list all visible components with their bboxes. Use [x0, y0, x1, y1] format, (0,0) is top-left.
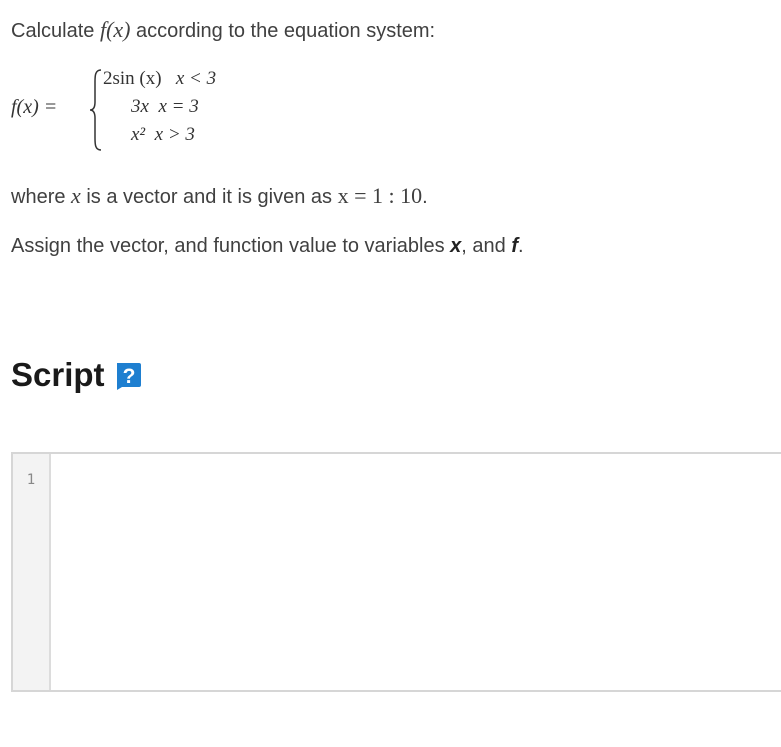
script-heading-label: Script: [11, 356, 105, 393]
assign-note-before: Assign the vector, and function value to…: [11, 235, 451, 257]
equation-case-1: 2sin (x) x < 3: [103, 68, 217, 89]
vector-note-middle: is a vector and it is given as: [80, 186, 338, 208]
equation-lhs: f(x) =: [11, 96, 58, 118]
assign-note-after: .: [518, 235, 524, 257]
vector-note-expr: x = 1 : 10: [337, 183, 423, 208]
vector-note-before: where: [11, 186, 72, 208]
script-heading: Script ?: [11, 356, 143, 394]
code-editor[interactable]: 1: [11, 452, 781, 692]
code-input-area[interactable]: [51, 454, 781, 690]
equation-case-3: x² x > 3: [131, 124, 195, 145]
curly-brace-icon: [89, 69, 102, 151]
equation-case-2: 3x x = 3: [131, 96, 199, 117]
vector-note: where x is a vector and it is given as x…: [11, 184, 428, 209]
piecewise-equation: f(x) = 2sin (x) x < 3 3x x = 3 x² x > 3: [11, 66, 271, 156]
assign-note-between: , and: [461, 235, 512, 257]
intro-text-before: Calculate: [11, 20, 100, 42]
line-number-gutter: 1: [13, 454, 51, 690]
line-number: 1: [26, 472, 36, 488]
vector-note-after: .: [422, 186, 428, 208]
assign-note-var-x: x: [450, 235, 462, 257]
intro-function-arg: (x): [106, 17, 131, 42]
svg-text:?: ?: [122, 365, 135, 388]
vector-note-var: x: [71, 183, 81, 208]
assign-note-var-f: f: [511, 235, 518, 257]
intro-text-after: according to the equation system:: [130, 20, 436, 42]
problem-intro: Calculate f(x) according to the equation…: [11, 18, 435, 43]
assign-note: Assign the vector, and function value to…: [11, 234, 524, 258]
question-badge-icon[interactable]: ?: [113, 360, 143, 390]
